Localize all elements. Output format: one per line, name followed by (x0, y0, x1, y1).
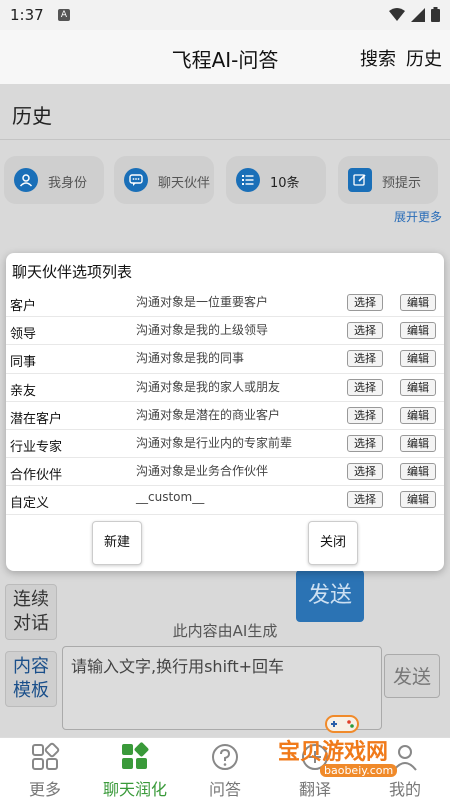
nav-qa[interactable]: 问答 (180, 738, 270, 800)
list-item: 领导 沟通对象是我的上级领导 选择 编辑 (6, 317, 444, 346)
list-item: 亲友 沟通对象是我的家人或朋友 选择 编辑 (6, 374, 444, 402)
select-button[interactable]: 选择 (347, 294, 383, 311)
partner-desc: 沟通对象是行业内的专家前辈 (136, 435, 293, 450)
select-button[interactable]: 选择 (347, 491, 383, 509)
watermark: 宝贝游戏网 baobeiy.com (270, 712, 420, 782)
select-button[interactable]: 选择 (347, 463, 383, 481)
template-line2: 模板 (13, 680, 49, 701)
history-title: 历史 (12, 104, 52, 128)
quick-count-label: 10条 (270, 176, 300, 191)
select-button[interactable]: 选择 (347, 322, 383, 340)
grid-icon (32, 742, 60, 770)
quick-chat-partner[interactable]: 聊天伙伴 (114, 156, 214, 204)
partner-name: 同事 (10, 355, 37, 371)
expand-more-link[interactable]: 展开更多 (394, 208, 442, 225)
list-item: 行业专家 沟通对象是行业内的专家前辈 选择 编辑 (6, 430, 444, 459)
chat-partner-dialog: 聊天伙伴选项列表 客户 沟通对象是一位重要客户 选择 编辑 领导 沟通对象是我的… (6, 253, 444, 571)
select-button[interactable]: 选择 (347, 434, 383, 452)
edit-button[interactable]: 编辑 (400, 434, 436, 452)
quick-count[interactable]: 10条 (226, 156, 326, 204)
content-template-button[interactable]: 内容 模板 (5, 651, 57, 707)
list-icon (236, 168, 260, 192)
nav-chat-polish[interactable]: 聊天润化 (90, 738, 180, 800)
quick-chat-partner-label: 聊天伙伴 (158, 176, 211, 191)
select-button[interactable]: 选择 (347, 350, 383, 368)
partner-name: 客户 (10, 299, 37, 314)
chat-icon (124, 168, 148, 192)
wifi-icon (389, 7, 405, 21)
partner-name: 潜在客户 (10, 411, 63, 427)
question-icon (212, 744, 238, 770)
list-item: 合作伙伴 沟通对象是业务合作伙伴 选择 编辑 (6, 458, 444, 487)
partner-desc: 沟通对象是我的上级领导 (136, 323, 269, 338)
partner-desc: __custom__ (136, 490, 205, 505)
status-bar: 1:37 A (0, 0, 450, 30)
nav-more[interactable]: 更多 (0, 738, 90, 800)
partner-desc: 沟通对象是业务合作伙伴 (136, 464, 269, 479)
close-button[interactable]: 关闭 (308, 521, 358, 565)
edit-button[interactable]: 编辑 (400, 350, 436, 368)
partner-desc: 沟通对象是一位重要客户 (136, 295, 269, 309)
quick-identity[interactable]: 我身份 (4, 156, 104, 204)
send-small-button[interactable]: 发送 (384, 654, 440, 698)
edit-button[interactable]: 编辑 (400, 378, 436, 396)
select-button[interactable]: 选择 (347, 406, 383, 424)
partner-name: 亲友 (10, 383, 37, 399)
list-item: 客户 沟通对象是一位重要客户 选择 编辑 (6, 289, 444, 318)
battery-icon (431, 7, 440, 22)
partner-name: 行业专家 (10, 439, 63, 455)
partner-list: 客户 沟通对象是一位重要客户 选择 编辑 领导 沟通对象是我的上级领导 选择 编… (6, 289, 444, 515)
continuous-line1: 连续 (13, 589, 49, 610)
dialog-title: 聊天伙伴选项列表 (12, 263, 133, 281)
user-icon (14, 168, 38, 192)
system-icons (389, 7, 440, 22)
edit-button[interactable]: 编辑 (400, 294, 436, 311)
send-button[interactable]: 发送 (296, 570, 364, 622)
edit-button[interactable]: 编辑 (400, 491, 436, 509)
apps-icon (122, 742, 149, 769)
new-button[interactable]: 新建 (92, 521, 142, 565)
signal-icon (411, 7, 425, 22)
history-button[interactable]: 历史 (406, 45, 442, 71)
watermark-text: 宝贝游戏网 (278, 740, 389, 765)
partner-desc: 沟通对象是我的同事 (136, 351, 245, 366)
quick-preprompt[interactable]: 预提示 (338, 156, 438, 204)
notification-icon: A (58, 9, 70, 21)
list-item: 自定义 __custom__ 选择 编辑 (6, 486, 444, 515)
edit-icon (348, 168, 372, 192)
edit-button[interactable]: 编辑 (400, 463, 436, 481)
select-button[interactable]: 选择 (347, 378, 383, 396)
partner-desc: 沟通对象是我的家人或朋友 (136, 379, 281, 394)
ai-generated-note: 此内容由AI生成 (172, 622, 278, 640)
list-item: 潜在客户 沟通对象是潜在的商业客户 选择 编辑 (6, 402, 444, 430)
app-header: 飞程AI-问答 搜索 历史 (0, 30, 450, 84)
watermark-url: baobeiy.com (320, 764, 398, 777)
quick-identity-label: 我身份 (48, 176, 88, 191)
edit-button[interactable]: 编辑 (400, 406, 436, 424)
quick-preprompt-label: 预提示 (382, 176, 422, 191)
partner-name: 领导 (10, 327, 37, 343)
partner-desc: 沟通对象是潜在的商业客户 (136, 407, 281, 422)
nav-more-label: 更多 (28, 780, 61, 799)
divider (0, 139, 450, 140)
search-button[interactable]: 搜索 (360, 45, 396, 71)
partner-name: 自定义 (10, 496, 50, 512)
gamepad-icon (325, 715, 359, 733)
status-time: 1:37 (10, 6, 44, 24)
template-line1: 内容 (13, 656, 49, 677)
list-item: 同事 沟通对象是我的同事 选择 编辑 (6, 345, 444, 374)
edit-button[interactable]: 编辑 (400, 322, 436, 340)
nav-chat-polish-label: 聊天润化 (102, 780, 167, 799)
partner-name: 合作伙伴 (10, 468, 63, 484)
nav-qa-label: 问答 (208, 780, 241, 799)
